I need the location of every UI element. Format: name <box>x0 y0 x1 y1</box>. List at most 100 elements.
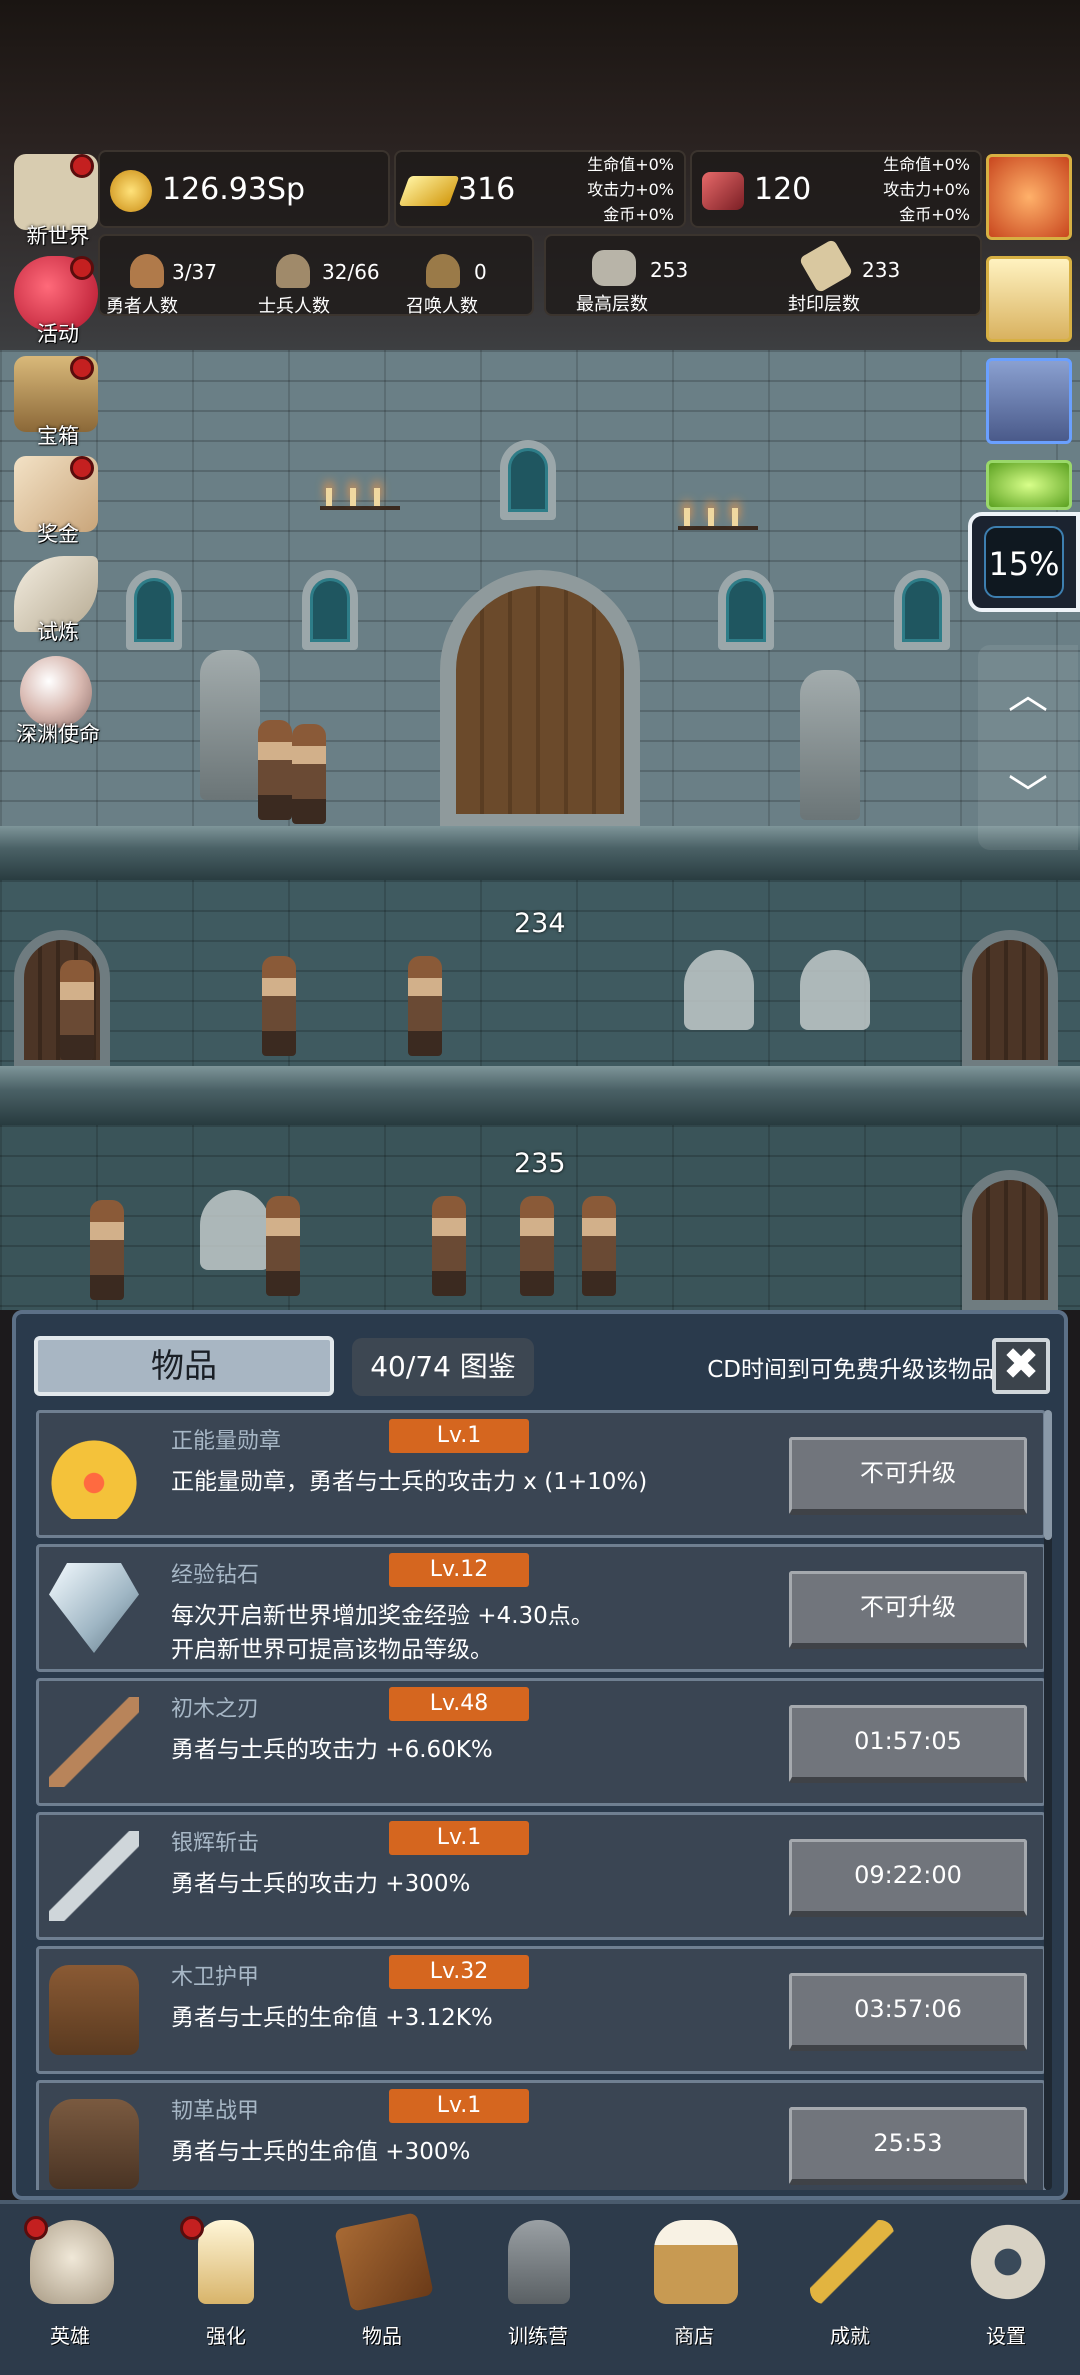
side-bonus-button[interactable]: 奖金 <box>8 456 98 546</box>
item-description: 勇者与士兵的攻击力 +6.60K% <box>171 1737 493 1763</box>
close-button[interactable]: ✖ <box>992 1338 1050 1394</box>
scroll-icon <box>798 238 854 294</box>
item-name: 经验钻石 <box>171 1563 260 1588</box>
bonus-line: 金币+0% <box>899 205 970 224</box>
gear-icon <box>966 2220 1050 2304</box>
side-trial-button[interactable]: 试炼 <box>8 556 98 646</box>
upgrade-button[interactable]: 不可升级 <box>789 1571 1027 1649</box>
item-description: 勇者与士兵的生命值 +3.12K% <box>171 2005 493 2031</box>
knight-statue <box>800 670 860 820</box>
hero-count-label: 勇者人数 <box>106 296 178 317</box>
item-name: 韧革战甲 <box>171 2099 260 2124</box>
slime-icon[interactable] <box>986 460 1072 510</box>
crown-icon <box>49 1429 139 1519</box>
gold-coin-icon <box>110 170 152 212</box>
nav-heroes[interactable]: 英雄 <box>0 2216 140 2366</box>
key-icon <box>810 2220 894 2304</box>
item-level-badge: Lv.48 <box>389 1687 529 1721</box>
alert-dot <box>70 256 94 280</box>
side-new-world-button[interactable]: 新世界 <box>8 154 98 248</box>
nav-training-camp[interactable]: 训练营 <box>468 2216 608 2366</box>
side-chest-button[interactable]: 宝箱 <box>8 356 98 448</box>
nav-enhance[interactable]: 强化 <box>156 2216 296 2366</box>
population-panel: 3/37 勇者人数 32/66 士兵人数 0 召唤人数 <box>98 234 534 317</box>
alert-dot <box>70 356 94 380</box>
hero-unit <box>520 1196 554 1296</box>
hero-count: 3/37 <box>172 260 217 284</box>
bonus-line: 生命值+0% <box>883 155 970 174</box>
gold-bar-icon <box>398 176 460 206</box>
side-label: 试炼 <box>37 620 79 644</box>
side-label: 深渊使命 <box>16 722 100 746</box>
floor-number: 235 <box>514 1148 566 1179</box>
beer-mug-icon <box>654 2220 738 2304</box>
progress-indicator[interactable]: 15% <box>968 512 1080 612</box>
floor-number: 234 <box>514 908 566 939</box>
diamond-icon <box>49 1563 139 1653</box>
castle-window <box>302 570 358 650</box>
nav-label: 设置 <box>986 2324 1026 2348</box>
side-label: 活动 <box>37 322 79 346</box>
item-level-badge: Lv.12 <box>389 1553 529 1587</box>
item-description: 正能量勋章，勇者与士兵的攻击力 x (1+10%) <box>171 1469 648 1495</box>
nav-label: 物品 <box>362 2324 402 2348</box>
nav-shop[interactable]: 商店 <box>624 2216 764 2366</box>
scroll-down-button[interactable]: ﹀ <box>978 765 1078 825</box>
scrollbar-thumb[interactable] <box>1044 1410 1052 1540</box>
leather-armor-icon <box>49 2099 139 2189</box>
chandelier <box>320 470 400 510</box>
alert-dot <box>24 2216 48 2240</box>
ghost-enemy <box>200 1190 270 1270</box>
side-label: 奖金 <box>37 522 79 546</box>
scroll-up-button[interactable]: ︿ <box>978 665 1078 725</box>
item-list-scrollbar[interactable] <box>1044 1410 1052 2190</box>
hero-unit <box>292 724 326 824</box>
side-event-button[interactable]: 活动 <box>8 256 98 346</box>
nav-achievements[interactable]: 成就 <box>780 2216 920 2366</box>
castle-main-door <box>440 570 640 830</box>
hero-unit <box>60 960 94 1060</box>
nav-items[interactable]: 物品 <box>312 2212 452 2366</box>
knight-statue <box>200 650 260 800</box>
backpack-icon[interactable] <box>986 358 1072 444</box>
dungeon-door <box>962 930 1058 1070</box>
upgrade-button[interactable]: 不可升级 <box>789 1437 1027 1515</box>
hero-unit <box>432 1196 466 1296</box>
upgrade-timer-button[interactable]: 03:57:06 <box>789 1973 1027 2051</box>
side-abyss-button[interactable]: 深渊使命 <box>8 656 100 746</box>
max-floor-value: 253 <box>650 258 689 282</box>
floor-ledge <box>0 826 1080 882</box>
nav-settings[interactable]: 设置 <box>936 2216 1076 2366</box>
progress-percent: 15% <box>984 526 1064 598</box>
item-name: 正能量勋章 <box>171 1429 282 1454</box>
item-list[interactable]: 正能量勋章 Lv.1 正能量勋章，勇者与士兵的攻击力 x (1+10%) 不可升… <box>36 1410 1050 2190</box>
item-level-badge: Lv.1 <box>389 1419 529 1453</box>
soldier-count: 32/66 <box>322 260 380 284</box>
candle-icon <box>198 2220 254 2304</box>
castle-window <box>894 570 950 650</box>
soldier-count-icon <box>276 254 310 288</box>
upgrade-timer-button[interactable]: 09:22:00 <box>789 1839 1027 1917</box>
candle-icon[interactable] <box>986 256 1072 342</box>
item-name: 木卫护甲 <box>171 1965 260 1990</box>
collection-counter[interactable]: 40/74 图鉴 <box>352 1338 534 1396</box>
item-name: 银辉斩击 <box>171 1831 260 1856</box>
upgrade-timer-button[interactable]: 25:53 <box>789 2107 1027 2185</box>
item-level-badge: Lv.32 <box>389 1955 529 1989</box>
item-row: 初木之刃 Lv.48 勇者与士兵的攻击力 +6.60K% 01:57:05 <box>36 1678 1046 1806</box>
potion-icon[interactable] <box>986 154 1072 240</box>
items-tab-title[interactable]: 物品 <box>34 1336 334 1396</box>
alert-dot <box>70 154 94 178</box>
item-description: 每次开启新世界增加奖金经验 +4.30点。 开启新世界可提高该物品等级。 <box>171 1603 594 1663</box>
gold-amount: 126.93Sp <box>162 172 306 207</box>
nav-label: 训练营 <box>508 2324 568 2348</box>
summon-count-label: 召唤人数 <box>406 296 478 317</box>
item-description: 勇者与士兵的生命值 +300% <box>171 2139 471 2165</box>
bottom-nav: 英雄 强化 物品 训练营 商店 成就 设置 <box>0 2200 1080 2375</box>
alert-dot <box>70 456 94 480</box>
upgrade-timer-button[interactable]: 01:57:05 <box>789 1705 1027 1783</box>
summon-count-icon <box>426 254 460 288</box>
hero-unit <box>582 1196 616 1296</box>
lantern-icon <box>508 2220 570 2304</box>
nav-label: 商店 <box>674 2324 714 2348</box>
